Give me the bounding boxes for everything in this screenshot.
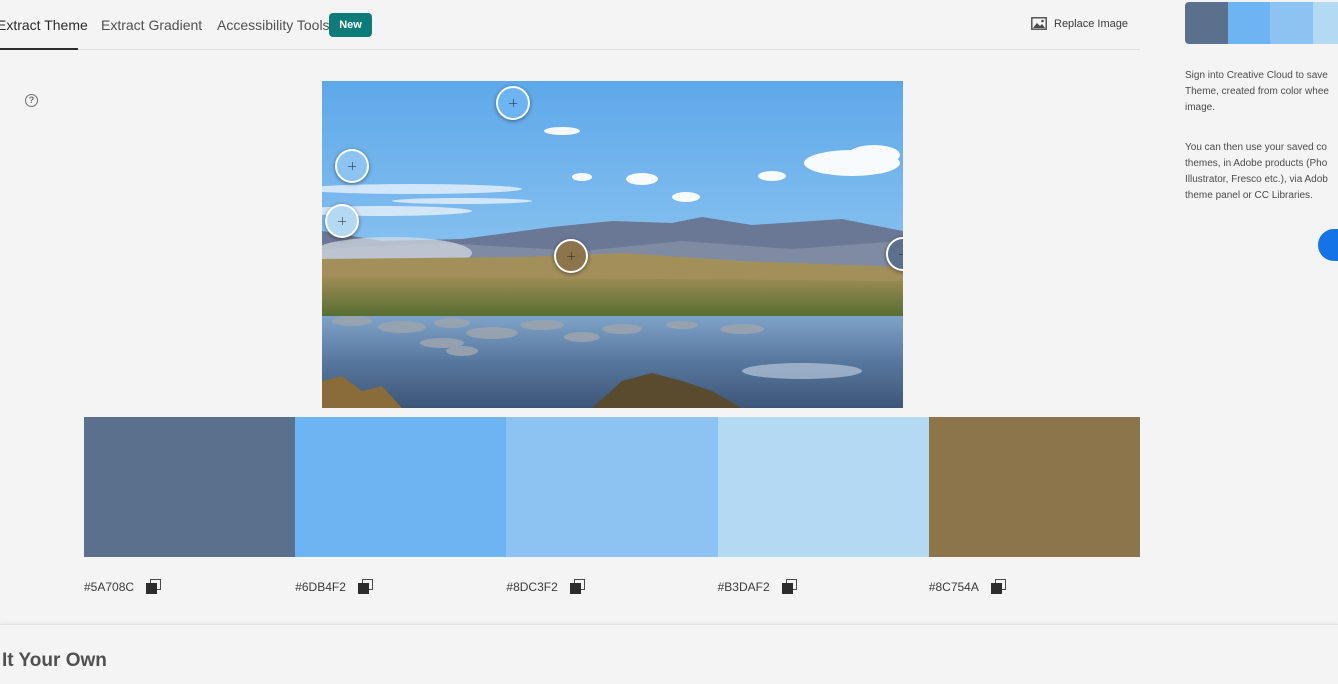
help-icon[interactable]: ? bbox=[25, 94, 38, 107]
copy-icon[interactable] bbox=[357, 579, 374, 595]
copy-icon[interactable] bbox=[781, 579, 798, 595]
swatch-5[interactable] bbox=[928, 417, 1141, 557]
hex-item-5: #8C754A bbox=[929, 577, 1140, 597]
hex-code[interactable]: #8DC3F2 bbox=[506, 580, 557, 594]
hex-item-3: #8DC3F2 bbox=[506, 577, 717, 597]
tab-extract-theme[interactable]: Extract Theme bbox=[0, 0, 88, 50]
copy-icon[interactable] bbox=[146, 579, 162, 595]
preview-swatch-4 bbox=[1312, 2, 1338, 44]
image-icon bbox=[1031, 17, 1047, 30]
lower-section: It Your Own bbox=[0, 624, 1338, 684]
sign-in-text: Sign into Creative Cloud to save Theme, … bbox=[1185, 70, 1329, 113]
hex-item-4: #B3DAF2 bbox=[718, 577, 929, 597]
swatch-4[interactable] bbox=[717, 417, 929, 557]
tab-bar: Extract Theme Extract Gradient Accessibi… bbox=[0, 0, 1140, 50]
preview-swatch-2 bbox=[1227, 2, 1270, 44]
hex-code-row: #5A708C #6DB4F2 #8DC3F2 #B3DAF2 #8C754A bbox=[84, 577, 1140, 597]
hex-code[interactable]: #B3DAF2 bbox=[718, 580, 770, 594]
landscape-image bbox=[322, 81, 903, 408]
theme-preview bbox=[1185, 2, 1338, 44]
hex-code[interactable]: #8C754A bbox=[929, 580, 979, 594]
usage-text: You can then use your saved co themes, i… bbox=[1185, 142, 1328, 201]
swatch-3[interactable] bbox=[506, 417, 718, 557]
replace-image-button[interactable]: Replace Image bbox=[1031, 17, 1128, 30]
tab-accessibility-tools[interactable]: Accessibility Tools bbox=[217, 0, 330, 50]
swatch-1[interactable] bbox=[84, 417, 296, 557]
swatch-2[interactable] bbox=[295, 417, 507, 557]
color-swatches bbox=[84, 417, 1141, 557]
color-picker-3[interactable] bbox=[335, 149, 369, 183]
section-heading: It Your Own bbox=[2, 650, 107, 671]
copy-icon[interactable] bbox=[569, 579, 586, 595]
color-picker-2[interactable] bbox=[496, 86, 530, 120]
tab-extract-gradient[interactable]: Extract Gradient bbox=[101, 0, 202, 50]
hex-code[interactable]: #5A708C bbox=[84, 580, 134, 594]
new-badge: New bbox=[329, 13, 372, 37]
hex-item-2: #6DB4F2 bbox=[295, 577, 506, 597]
replace-image-label: Replace Image bbox=[1054, 17, 1128, 30]
preview-swatch-3 bbox=[1270, 2, 1313, 44]
source-image bbox=[322, 81, 903, 408]
copy-icon[interactable] bbox=[990, 579, 1007, 595]
hex-item-1: #5A708C bbox=[84, 577, 295, 597]
color-picker-4[interactable] bbox=[325, 204, 359, 238]
hex-code[interactable]: #6DB4F2 bbox=[295, 580, 346, 594]
preview-swatch-1 bbox=[1185, 2, 1228, 44]
save-button[interactable] bbox=[1318, 229, 1338, 261]
color-picker-5[interactable] bbox=[554, 239, 588, 273]
